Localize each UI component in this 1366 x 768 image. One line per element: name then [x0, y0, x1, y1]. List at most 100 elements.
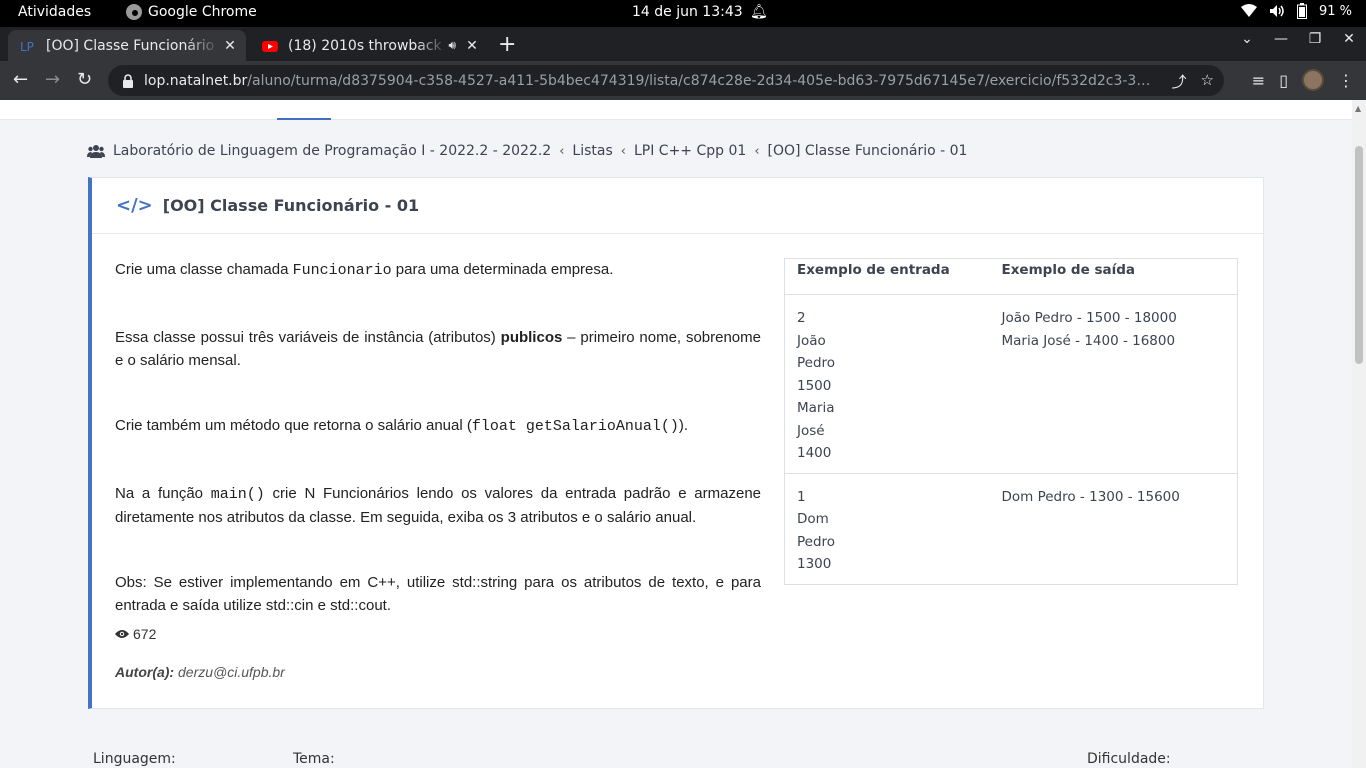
- breadcrumb-current: [OO] Classe Funcionário - 01: [767, 143, 968, 159]
- clock[interactable]: 14 de jun 13:43: [632, 4, 743, 20]
- window-controls: ⌄ — ❐ ✕: [1230, 31, 1366, 47]
- active-nav-indicator: [277, 118, 331, 120]
- tab-search-icon[interactable]: ⌄: [1230, 31, 1264, 47]
- web-page: Laboratório de Linguagem de Programação …: [0, 100, 1352, 768]
- minimize-button[interactable]: —: [1264, 31, 1298, 47]
- back-button[interactable]: ←: [13, 69, 28, 90]
- media-controls-icon[interactable]: ≡: [1252, 71, 1265, 90]
- breadcrumb-course[interactable]: Laboratório de Linguagem de Programação …: [113, 143, 551, 159]
- author-email: derzu@ci.ufpb.br: [178, 664, 285, 680]
- side-panel-icon[interactable]: ▯: [1279, 71, 1288, 90]
- url-text: lop.natalnet.br/aluno/turma/d8375904-c35…: [144, 73, 1154, 89]
- text: Na a função: [115, 485, 211, 502]
- header-input: Exemplo de entrada: [784, 258, 990, 295]
- author: Autor(a): derzu@ci.ufpb.br: [115, 664, 285, 680]
- language-label: Linguagem:: [93, 751, 176, 767]
- chevron-left-icon: ‹: [620, 143, 626, 159]
- forward-button[interactable]: →: [45, 69, 60, 90]
- table-row: 1 Dom Pedro 1300 Dom Pedro - 1300 - 1560…: [785, 473, 1238, 584]
- site-nav-strip: [0, 100, 1352, 120]
- close-window-button[interactable]: ✕: [1332, 31, 1366, 47]
- chrome-icon: [126, 4, 142, 20]
- exercise-title: [OO] Classe Funcionário - 01: [162, 196, 420, 215]
- view-count: 672: [115, 626, 156, 642]
- breadcrumb: Laboratório de Linguagem de Programação …: [87, 143, 967, 159]
- tab-active[interactable]: LP [OO] Classe Funcionário - 01 ✕: [8, 30, 246, 61]
- text: Crie uma classe chamada: [115, 261, 293, 278]
- svg-text:LP: LP: [20, 40, 34, 54]
- inline-code: float getSalarioAnual(): [471, 418, 679, 435]
- share-icon[interactable]: ⤴: [1172, 71, 1187, 92]
- author-label: Autor(a):: [115, 664, 175, 680]
- system-top-bar: Atividades Google Chrome 14 de jun 13:43…: [0, 0, 1366, 27]
- scroll-up-arrow-icon[interactable]: ▲: [1355, 104, 1361, 113]
- new-tab-button[interactable]: +: [498, 32, 516, 57]
- theme-label: Tema:: [293, 751, 335, 767]
- maximize-button[interactable]: ❐: [1298, 31, 1332, 47]
- exercise-header: </> [OO] Classe Funcionário - 01: [92, 178, 1263, 234]
- difficulty-label: Dificuldade:: [1087, 751, 1171, 767]
- paragraph-5: Obs: Se estiver implementando em C++, ut…: [115, 574, 761, 614]
- volume-icon: [1269, 5, 1284, 17]
- activities-button[interactable]: Atividades: [18, 4, 91, 20]
- breadcrumb-lists[interactable]: Listas: [572, 143, 612, 159]
- eye-icon: [115, 630, 129, 638]
- example-output: João Pedro - 1500 - 18000 Maria José - 1…: [989, 294, 1238, 474]
- table-header-row: Exemplo de entrada Exemplo de saída: [784, 258, 1238, 295]
- tab-youtube[interactable]: (18) 2010s throwback music 🔊︎ ✕: [250, 30, 488, 61]
- address-bar[interactable]: lop.natalnet.br/aluno/turma/d8375904-c35…: [108, 65, 1224, 96]
- profile-avatar[interactable]: [1302, 69, 1324, 91]
- omnibox-actions: ⤴ ☆: [1172, 71, 1214, 92]
- youtube-icon: [262, 40, 278, 52]
- example-input: 2 João Pedro 1500 Maria José 1400: [784, 294, 990, 474]
- lock-icon: [123, 73, 133, 88]
- tab-title: (18) 2010s throwback music: [288, 37, 448, 54]
- battery-percentage: 91 %: [1318, 3, 1352, 19]
- url-host: lop.natalnet.br: [144, 72, 248, 89]
- bold-text: publicos: [500, 329, 563, 346]
- paragraph-2: Essa classe possui três variáveis de ins…: [115, 326, 761, 372]
- examples-table: Exemplo de entrada Exemplo de saída 2 Jo…: [784, 258, 1238, 585]
- users-icon: [87, 145, 105, 158]
- system-tray[interactable]: 91 %: [1240, 3, 1352, 19]
- paragraph-1: Crie uma classe chamada Funcionario para…: [115, 258, 761, 282]
- app-menu[interactable]: Google Chrome: [126, 4, 257, 20]
- page-scrollbar[interactable]: ▲: [1352, 100, 1366, 768]
- text: ).: [678, 417, 689, 434]
- chevron-left-icon: ‹: [559, 143, 565, 159]
- notification-bell-icon: 🔔︎: [750, 4, 768, 20]
- breadcrumb-list[interactable]: LPI C++ Cpp 01: [634, 143, 746, 159]
- paragraph-3: Crie também um método que retorna o salá…: [115, 414, 761, 438]
- tab-audio-icon[interactable]: 🔊︎: [448, 38, 456, 53]
- tab-strip: LP [OO] Classe Funcionário - 01 ✕ (18) 2…: [0, 27, 1366, 61]
- scrollbar-thumb[interactable]: [1355, 146, 1363, 364]
- chevron-left-icon: ‹: [754, 143, 760, 159]
- toolbar-right: ≡ ▯ ⋮: [1252, 69, 1354, 91]
- header-output: Exemplo de saída: [989, 258, 1238, 295]
- text: Essa classe possui três variáveis de ins…: [115, 329, 501, 346]
- paragraph-4: Na a função main() crie N Funcionários l…: [115, 482, 761, 529]
- table-row: 2 João Pedro 1500 Maria José 1400 João P…: [784, 294, 1238, 474]
- tab-title: [OO] Classe Funcionário - 01: [46, 37, 220, 54]
- text: para uma determinada empresa.: [391, 261, 614, 278]
- code-icon: </>: [116, 195, 153, 216]
- wifi-icon: [1240, 4, 1257, 17]
- example-output: Dom Pedro - 1300 - 15600: [1001, 488, 1180, 505]
- menu-kebab-icon[interactable]: ⋮: [1338, 71, 1354, 90]
- bookmark-star-icon[interactable]: ☆: [1201, 71, 1214, 92]
- inline-code: main(): [210, 486, 265, 503]
- exercise-description: Crie uma classe chamada Funcionario para…: [115, 258, 761, 617]
- text: Crie também um método que retorna o salá…: [115, 417, 472, 434]
- app-name: Google Chrome: [148, 4, 257, 20]
- exercise-card: </> [OO] Classe Funcionário - 01 Crie um…: [88, 177, 1264, 709]
- browser-toolbar: ← → ↻ lop.natalnet.br/aluno/turma/d83759…: [0, 61, 1366, 100]
- example-input: 1 Dom Pedro 1300: [797, 488, 836, 573]
- battery-icon: [1296, 3, 1307, 19]
- view-count-value: 672: [133, 626, 157, 642]
- inline-code: Funcionario: [292, 262, 392, 279]
- lop-favicon-icon: LP: [20, 40, 34, 54]
- url-path: /aluno/turma/d8375904-c358-4527-a411-5b4…: [247, 72, 1154, 89]
- reload-button[interactable]: ↻: [77, 69, 92, 90]
- tab-close-button[interactable]: ✕: [220, 38, 240, 54]
- tab-close-button[interactable]: ✕: [462, 38, 482, 54]
